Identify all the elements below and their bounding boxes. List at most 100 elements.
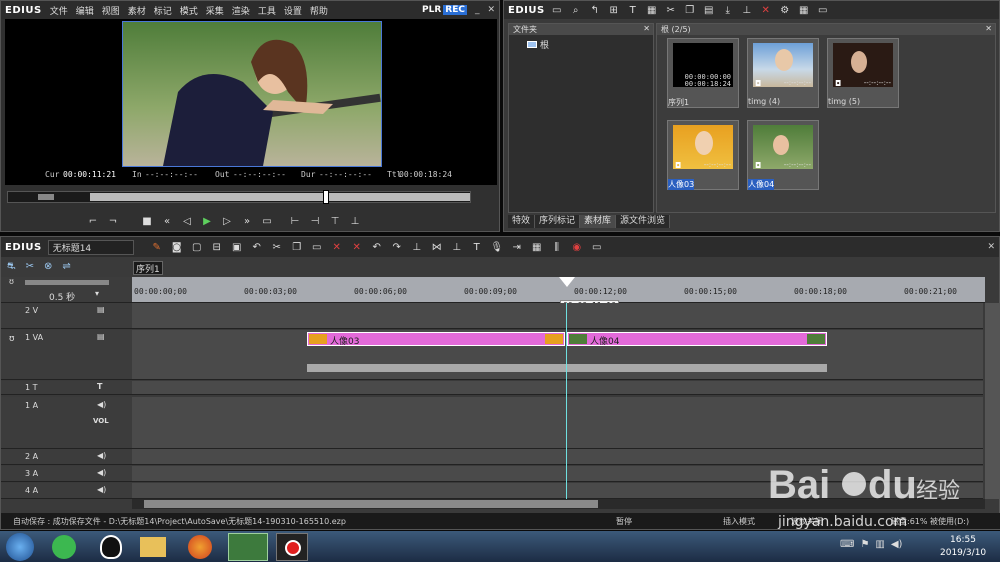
track-header-a2[interactable]: 2 A ◀) (1, 449, 132, 465)
menu-view[interactable]: 视图 (102, 4, 120, 17)
speaker-icon[interactable]: ◀) (97, 400, 106, 409)
set-in-icon[interactable]: ⌐ (86, 214, 100, 228)
open-project-icon[interactable]: ⊟ (210, 240, 224, 254)
ripple-delete-icon[interactable]: ✕ (350, 240, 364, 254)
track-a1[interactable] (132, 397, 983, 449)
scrubber[interactable] (7, 190, 471, 204)
app-icon-qq[interactable] (100, 535, 122, 559)
record-icon[interactable]: ◉ (570, 240, 584, 254)
save-icon[interactable]: ▣ (230, 240, 244, 254)
menu-render[interactable]: 渲染 (232, 4, 250, 17)
app-icon-refresh[interactable] (52, 535, 76, 559)
monitor-icon[interactable]: ▭ (260, 214, 274, 228)
delete-icon[interactable]: ✕ (330, 240, 344, 254)
audio-waveform-bar[interactable] (307, 364, 827, 372)
speaker-icon[interactable]: ◀) (97, 485, 106, 494)
zoom-dropdown-icon[interactable]: ▾ (95, 289, 99, 298)
track-header-t1[interactable]: 1 T T (1, 381, 132, 395)
multicam-icon[interactable]: ▦ (530, 240, 544, 254)
link-track-icon[interactable]: ʊ (9, 334, 15, 344)
layout-icon[interactable]: ▭ (590, 240, 604, 254)
app-icon-firefox[interactable] (188, 535, 212, 559)
track-v2[interactable] (132, 303, 983, 329)
capture-icon[interactable]: ◙ (170, 240, 184, 254)
marker-icon[interactable]: ⊥ (348, 214, 362, 228)
add-clip-icon[interactable]: ⊞ (607, 3, 621, 17)
copy-icon[interactable]: ❐ (290, 240, 304, 254)
menu-capture[interactable]: 采集 (206, 4, 224, 17)
app-icon-edius[interactable] (228, 533, 268, 561)
clip-portrait03[interactable]: 人像03 (307, 332, 565, 347)
clip-mode-icon[interactable]: ⛐ (7, 261, 16, 274)
scrubber-handle[interactable] (323, 190, 329, 204)
bin-item-timg4[interactable]: ◘ --:--:--:-- timg (4) (747, 38, 819, 108)
lock-icon[interactable]: ʊ (9, 277, 14, 286)
playhead-marker[interactable] (559, 277, 575, 287)
menu-settings[interactable]: 设置 (284, 4, 302, 17)
sequence-tab[interactable]: 序列1 (133, 261, 163, 275)
insert-mode-status[interactable]: 插入模式 (723, 516, 755, 527)
search-icon[interactable]: ⌕ (569, 3, 583, 17)
view-mode-icon[interactable]: ▦ (797, 3, 811, 17)
trim-icon[interactable]: ⊤ (328, 214, 342, 228)
title-icon[interactable]: T (626, 3, 640, 17)
new-project-icon[interactable]: ▢ (190, 240, 204, 254)
app-icon-recorder[interactable] (276, 533, 308, 561)
menu-marker[interactable]: 标记 (154, 4, 172, 17)
plr-toggle[interactable]: PLR (422, 5, 441, 15)
speaker-icon[interactable]: ◀) (97, 468, 106, 477)
undo-icon[interactable]: ↶ (370, 240, 384, 254)
tab-sequence-markers[interactable]: 序列标记 (535, 215, 581, 228)
layout-icon[interactable]: ▭ (816, 3, 830, 17)
app-icon-explorer[interactable] (140, 537, 166, 557)
track-header-v2[interactable]: 2 V ▤ (1, 303, 132, 329)
vol-label[interactable]: VOL (93, 417, 109, 425)
properties-icon[interactable]: ⚙ (778, 3, 792, 17)
rec-toggle[interactable]: REC (443, 5, 467, 15)
speaker-icon[interactable]: ◀) (97, 451, 106, 460)
menu-file[interactable]: 文件 (50, 4, 68, 17)
bin-item-portrait03[interactable]: ◘ --:--:--:-- 人像03 (667, 120, 739, 190)
track-header-a3[interactable]: 3 A ◀) (1, 466, 132, 482)
stop-icon[interactable]: ■ (140, 214, 154, 228)
set-default-icon[interactable]: ⊥ (450, 240, 464, 254)
sync-icon[interactable]: ⊗ (44, 261, 52, 274)
up-icon[interactable]: ↰ (588, 3, 602, 17)
minimize-button[interactable]: _ (475, 5, 480, 15)
title-icon[interactable]: T (470, 240, 484, 254)
insert-icon[interactable]: ⊢ (288, 214, 302, 228)
step-forward-icon[interactable]: ▷ (220, 214, 234, 228)
scrollbar-thumb[interactable] (144, 500, 598, 508)
ripple-icon[interactable]: ✂ (26, 261, 34, 274)
clip-portrait04[interactable]: 人像04 (567, 332, 827, 347)
bin-item-sequence1[interactable]: 00:00:00:00 00:00:18:24 序列1 (667, 38, 739, 108)
paste-icon[interactable]: ▤ (702, 3, 716, 17)
insert-timeline-icon[interactable]: ⊥ (740, 3, 754, 17)
clock-date[interactable]: 2019/3/10 (940, 548, 986, 558)
link-icon[interactable]: ⇌ (62, 261, 70, 274)
root-folder[interactable]: 根 (509, 35, 653, 54)
menu-mode[interactable]: 模式 (180, 4, 198, 17)
timeline-close-button[interactable]: ✕ (987, 242, 995, 252)
track-visibility-icon[interactable]: ▤ (97, 332, 105, 341)
track-header-a1[interactable]: 1 A ◀) VOL (1, 397, 132, 449)
bin-item-timg5[interactable]: ◘ --:--:--:-- timg (5) (827, 38, 899, 108)
step-back-icon[interactable]: ◁ (180, 214, 194, 228)
tab-bin[interactable]: 素材库 (580, 215, 617, 228)
timeline-ruler[interactable]: 00:00:00;00 00:00:03;00 00:00:06;00 00:0… (132, 277, 985, 303)
fast-forward-icon[interactable]: » (240, 214, 254, 228)
overwrite-icon[interactable]: ⊣ (308, 214, 322, 228)
export-icon[interactable]: ⇥ (510, 240, 524, 254)
add-to-timeline-icon[interactable]: ⤓ (721, 3, 735, 17)
menu-help[interactable]: 帮助 (310, 4, 328, 17)
track-va1[interactable]: 人像03 人像04 (132, 330, 983, 380)
folder-close-icon[interactable]: ✕ (643, 24, 650, 33)
track-visibility-icon[interactable]: ▤ (97, 305, 105, 314)
set-out-icon[interactable]: ¬ (106, 214, 120, 228)
close-button[interactable]: ✕ (487, 5, 495, 15)
cut-icon[interactable]: ✂ (270, 240, 284, 254)
track-header-a4[interactable]: 4 A ◀) (1, 483, 132, 499)
copy-icon[interactable]: ❐ (683, 3, 697, 17)
menu-edit[interactable]: 编辑 (76, 4, 94, 17)
new-sequence-icon[interactable]: ✎ (150, 240, 164, 254)
